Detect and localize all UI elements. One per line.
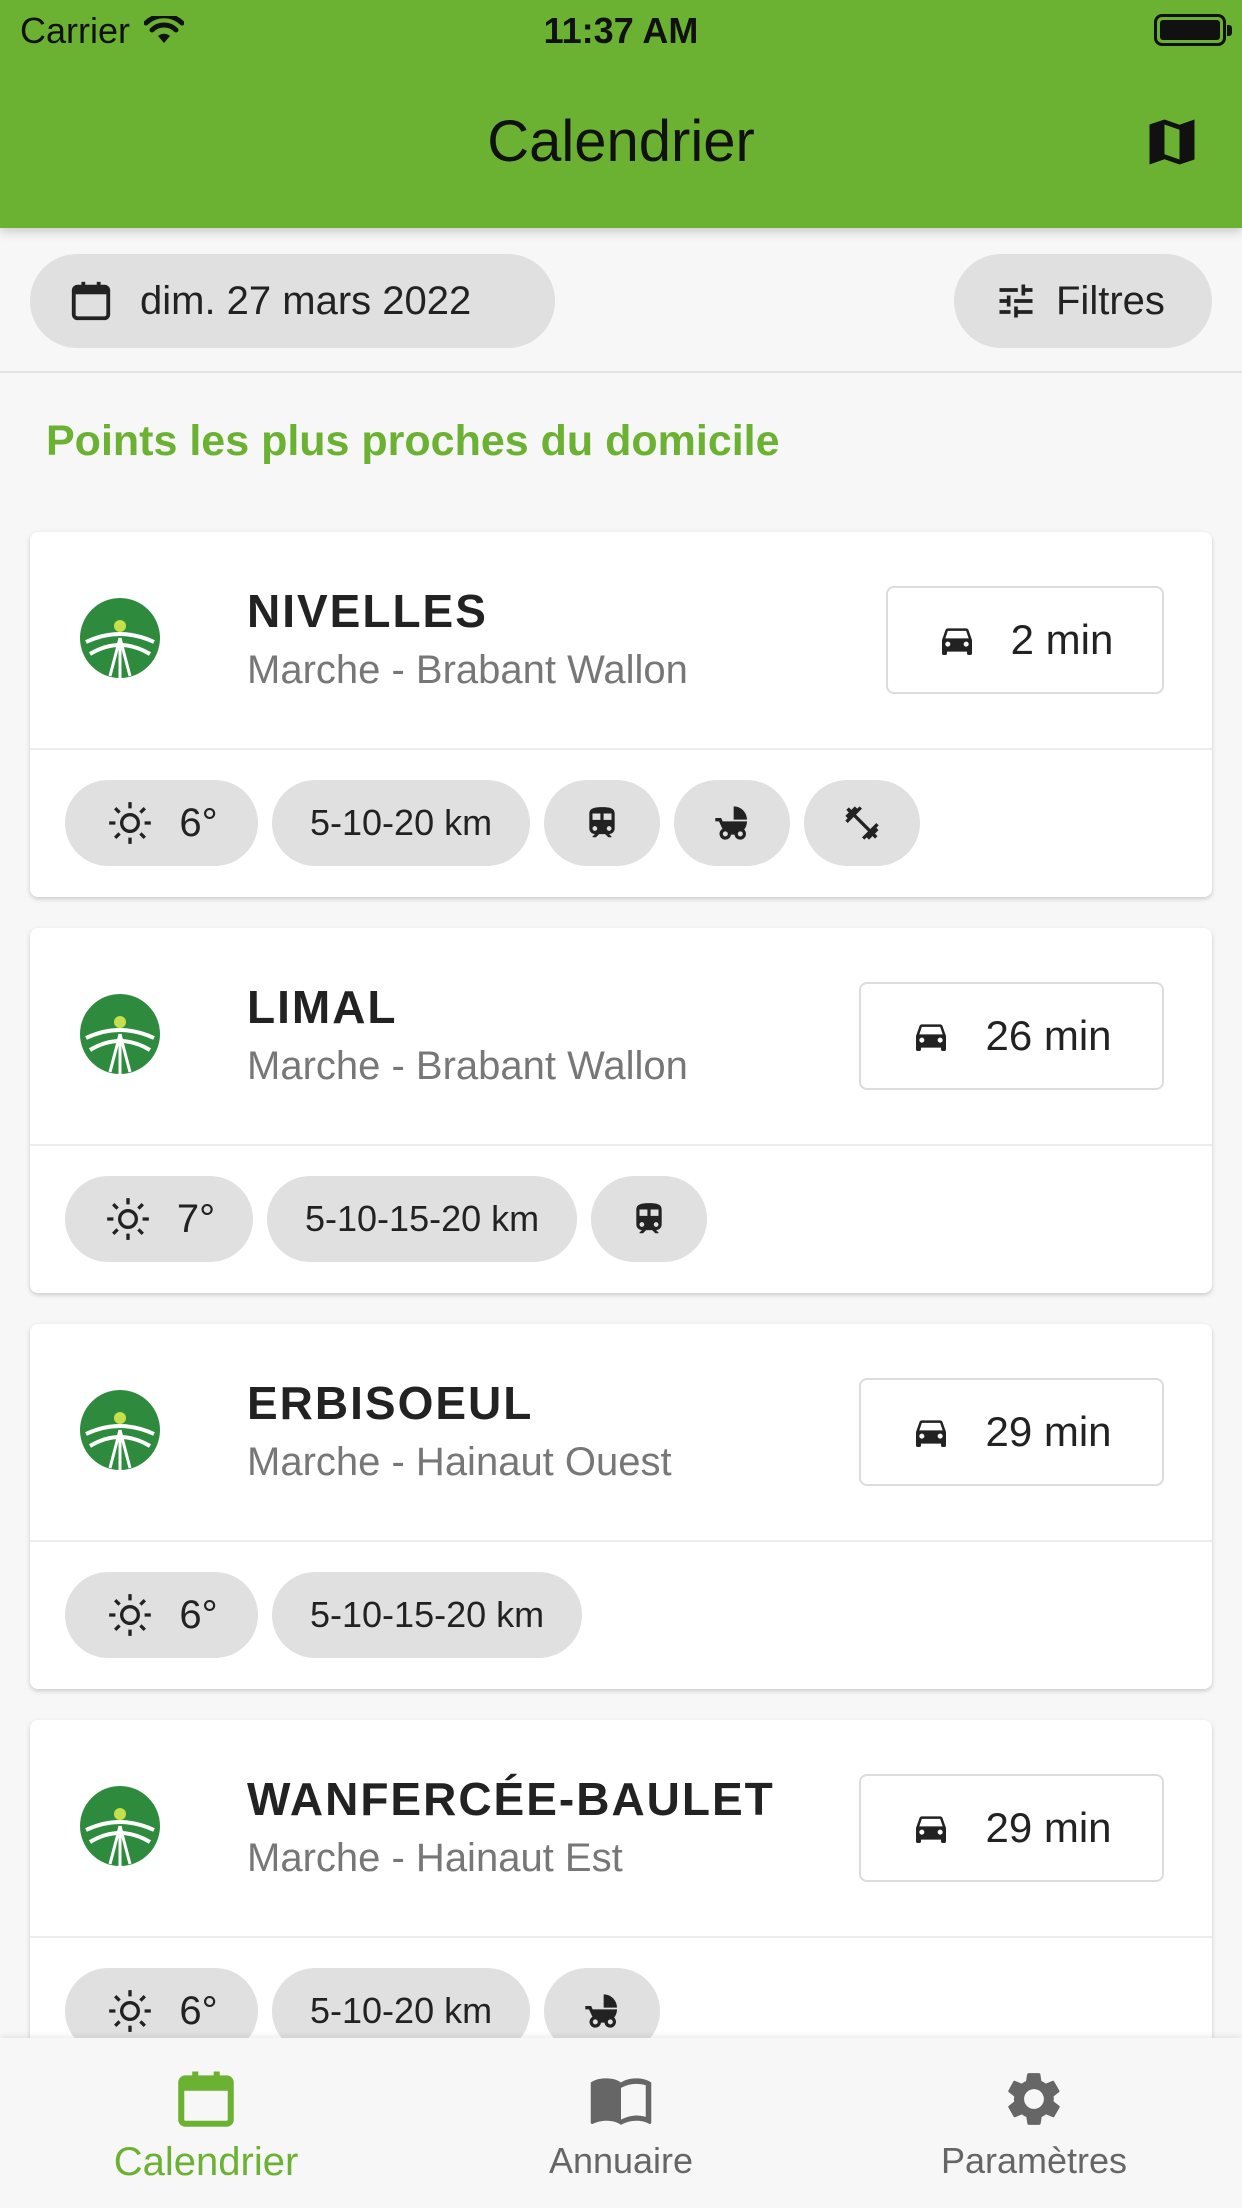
drive-time-button[interactable]: 26 min	[859, 982, 1164, 1090]
divider	[30, 1540, 1212, 1542]
market-card[interactable]: LIMAL Marche - Brabant Wallon 26 min 7° …	[30, 928, 1212, 1293]
tab-calendar-label: Calendrier	[113, 2140, 299, 2184]
drive-time-button[interactable]: 2 min	[886, 586, 1164, 694]
chip-row: 7° 5-10-15-20 km	[65, 1176, 708, 1262]
weather-chip: 6°	[65, 780, 258, 866]
market-logo-icon	[80, 598, 160, 678]
divider	[30, 1936, 1212, 1938]
tune-icon	[999, 284, 1033, 318]
market-logo-icon	[80, 994, 160, 1074]
map-icon[interactable]	[1142, 112, 1202, 172]
train-chip	[591, 1176, 708, 1262]
page-title: Calendrier	[487, 109, 755, 174]
market-subtitle: Marche - Hainaut Est	[247, 1836, 623, 1880]
distance-chip: 5-10-20 km	[272, 780, 531, 866]
market-card[interactable]: NIVELLES Marche - Brabant Wallon 2 min 6…	[30, 532, 1212, 897]
car-icon	[916, 1024, 947, 1051]
drive-time-label: 2 min	[1010, 616, 1114, 663]
drive-time-label: 29 min	[985, 1804, 1112, 1851]
filters-label: Filtres	[1056, 278, 1165, 323]
date-picker-button[interactable]: dim. 27 mars 2022	[30, 254, 555, 348]
market-subtitle: Marche - Brabant Wallon	[247, 648, 688, 692]
car-icon	[916, 1420, 947, 1447]
chip-row: 6° 5-10-15-20 km	[65, 1572, 583, 1658]
market-logo-icon	[80, 1390, 160, 1470]
market-card[interactable]: WANFERCÉE-BAULET Marche - Hainaut Est 29…	[30, 1720, 1212, 2085]
battery-icon	[1154, 14, 1232, 46]
market-logo-icon	[80, 1786, 160, 1866]
date-label: dim. 27 mars 2022	[140, 278, 472, 323]
divider	[30, 748, 1212, 750]
market-name: ERBISOEUL	[247, 1377, 534, 1429]
tab-settings-label: Paramètres	[940, 2140, 1128, 2181]
weather-chip: 6°	[65, 1572, 258, 1658]
status-time: 11:37 AM	[543, 10, 699, 51]
market-name: WANFERCÉE-BAULET	[247, 1773, 775, 1825]
divider	[30, 1144, 1212, 1146]
tab-calendar[interactable]: Calendrier	[56, 2066, 356, 2185]
stroller-icon	[585, 1994, 618, 2028]
market-card[interactable]: ERBISOEUL Marche - Hainaut Ouest 29 min …	[30, 1324, 1212, 1689]
book-icon	[590, 2078, 652, 2125]
fitness-chip	[804, 780, 921, 866]
calendar-icon	[178, 2071, 234, 2127]
filter-toolbar: dim. 27 mars 2022 Filtres	[0, 228, 1242, 373]
temperature-label: 6°	[179, 1988, 218, 2033]
temperature-label: 6°	[179, 800, 218, 845]
sun-icon	[109, 1594, 152, 1636]
car-icon	[916, 1816, 947, 1843]
drive-time-button[interactable]: 29 min	[859, 1378, 1164, 1486]
train-chip	[544, 780, 661, 866]
sun-icon	[109, 1990, 152, 2032]
fitness-icon	[845, 806, 879, 840]
sun-icon	[107, 1198, 149, 1240]
calendar-icon	[71, 281, 111, 321]
drive-time-button[interactable]: 29 min	[859, 1774, 1164, 1882]
sun-icon	[109, 802, 152, 844]
market-name: LIMAL	[247, 981, 398, 1033]
temperature-label: 6°	[179, 1592, 218, 1637]
chip-row: 6° 5-10-20 km	[65, 780, 921, 866]
temperature-label: 7°	[176, 1196, 216, 1241]
tab-directory[interactable]: Annuaire	[471, 2066, 771, 2182]
filters-button[interactable]: Filtres	[954, 254, 1212, 348]
distance-chip: 5-10-15-20 km	[272, 1572, 583, 1658]
tab-directory-label: Annuaire	[548, 2140, 694, 2181]
status-bar: Carrier 11:37 AM	[0, 0, 1242, 64]
weather-chip: 7°	[65, 1176, 253, 1262]
stroller-icon	[715, 806, 748, 840]
section-title: Points les plus proches du domicile	[46, 417, 780, 465]
car-icon	[941, 628, 972, 655]
market-subtitle: Marche - Hainaut Ouest	[247, 1440, 672, 1484]
gear-icon	[1008, 2073, 1060, 2125]
stroller-chip	[674, 780, 791, 866]
distance-chip: 5-10-15-20 km	[267, 1176, 578, 1262]
train-icon	[636, 1203, 662, 1234]
market-name: NIVELLES	[247, 585, 488, 637]
drive-time-label: 29 min	[985, 1408, 1112, 1455]
tab-settings[interactable]: Paramètres	[884, 2066, 1184, 2182]
bottom-navigation: Calendrier Annuaire Paramètres	[0, 2038, 1242, 2208]
market-subtitle: Marche - Brabant Wallon	[247, 1044, 688, 1088]
drive-time-label: 26 min	[985, 1012, 1112, 1059]
train-icon	[589, 807, 615, 838]
app-header: Carrier 11:37 AM Calendrier	[0, 0, 1242, 228]
